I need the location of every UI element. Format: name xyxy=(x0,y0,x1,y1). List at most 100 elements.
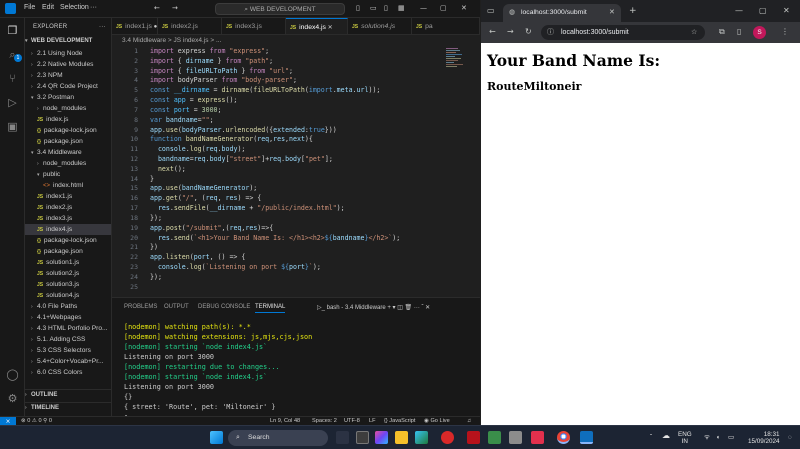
tree-item[interactable]: › 2.2 Native Modules xyxy=(25,59,111,70)
close-tab-icon[interactable]: ✕ xyxy=(326,25,333,31)
toggle-sidebar-icon[interactable]: ▯ xyxy=(356,4,360,12)
timeline-section[interactable]: › TIMELINE xyxy=(25,402,111,413)
minimize-icon[interactable]: — xyxy=(735,6,743,15)
editor-tab[interactable]: JS index4.js ✕ xyxy=(286,18,348,34)
menu-edit[interactable]: Edit xyxy=(42,4,54,11)
tree-item[interactable]: {} package-lock.json xyxy=(25,235,111,246)
explorer-icon[interactable]: ❐ xyxy=(6,24,19,37)
tree-item[interactable]: JS solution4.js xyxy=(25,290,111,301)
forward-arrow-icon[interactable]: → xyxy=(172,4,178,12)
tree-item[interactable]: › 5.3 CSS Selectors xyxy=(25,345,111,356)
file-explorer-icon[interactable] xyxy=(395,431,408,444)
bookmark-star-icon[interactable]: ☆ xyxy=(691,25,697,40)
panel-tab-problems[interactable]: PROBLEMS xyxy=(124,304,157,310)
tree-item[interactable]: › 2.3 NPM xyxy=(25,70,111,81)
tree-item[interactable]: ▾ 3.2 Postman xyxy=(25,92,111,103)
problems-status[interactable]: ⊗ 0 ⚠ 0 ⚲ 0 xyxy=(21,418,52,424)
cursor-position[interactable]: Ln 9, Col 48 xyxy=(270,418,300,424)
workspace-root[interactable]: ▾ WEB DEVELOPMENT xyxy=(25,36,111,47)
widgets-icon[interactable] xyxy=(356,431,369,444)
menu-more-icon[interactable]: ··· xyxy=(90,4,97,11)
notifications-bell-icon[interactable]: ♫ xyxy=(467,418,471,424)
source-control-icon[interactable]: ⑂ xyxy=(6,72,19,85)
maximize-panel-icon[interactable]: ˆ xyxy=(422,305,424,311)
editor-tab[interactable]: JS index3.js xyxy=(222,18,286,34)
split-terminal-icon[interactable]: ◫ xyxy=(397,305,403,311)
tree-item[interactable]: JS index.js xyxy=(25,114,111,125)
tree-item[interactable]: › 4.3 HTML Porfolio Pro... xyxy=(25,323,111,334)
panel-more-icon[interactable]: ··· xyxy=(414,305,420,311)
forward-icon[interactable]: → xyxy=(507,27,514,36)
task-view-icon[interactable] xyxy=(336,431,349,444)
tree-item[interactable]: › node_modules xyxy=(25,158,111,169)
tree-item[interactable]: ▾ 3.4 Middleware xyxy=(25,147,111,158)
notifications-icon[interactable]: ◌ xyxy=(788,434,792,441)
site-info-icon[interactable]: ⓘ xyxy=(547,25,554,40)
tree-item[interactable]: <> index.html xyxy=(25,180,111,191)
tree-item[interactable]: ▾ public xyxy=(25,169,111,180)
encoding[interactable]: UTF-8 xyxy=(344,418,360,424)
tree-item[interactable]: {} package-lock.json xyxy=(25,125,111,136)
language-mode[interactable]: {} JavaScript xyxy=(384,418,415,424)
menu-file[interactable]: File xyxy=(24,4,35,11)
volume-icon[interactable]: ◖ xyxy=(716,434,720,441)
tree-item[interactable]: JS index3.js xyxy=(25,213,111,224)
unsaved-dot-icon[interactable]: ● xyxy=(152,24,158,30)
run-debug-icon[interactable]: ▷ xyxy=(6,96,19,109)
news-app-icon[interactable] xyxy=(467,431,480,444)
add-terminal-icon[interactable]: + ▾ xyxy=(387,305,395,311)
editor-tab[interactable]: JS pa xyxy=(412,18,480,34)
maximize-icon[interactable]: ▢ xyxy=(759,6,767,15)
account-icon[interactable]: ◯ xyxy=(6,368,19,381)
command-center-search[interactable]: ⌕ WEB DEVELOPMENT xyxy=(215,3,345,15)
taskbar-search[interactable]: ⌕ Search xyxy=(228,430,328,446)
close-panel-icon[interactable]: ✕ xyxy=(425,305,430,311)
minimap[interactable] xyxy=(446,48,466,78)
wifi-icon[interactable]: ᯤ xyxy=(704,434,710,441)
tree-item[interactable]: › 2.1 Using Node xyxy=(25,48,111,59)
netflix-app-icon[interactable] xyxy=(441,431,454,444)
terminal-selector[interactable]: ▷_ bash - 3.4 Middleware + ▾ ◫ 🗑 ··· ˆ ✕ xyxy=(317,304,430,311)
outline-section[interactable]: › OUTLINE xyxy=(25,389,111,400)
address-bar[interactable]: ⓘ localhost:3000/submit ☆ xyxy=(541,25,705,40)
cloud-icon[interactable]: ☁ xyxy=(662,432,670,440)
tree-item[interactable]: › node_modules xyxy=(25,103,111,114)
whatsapp-icon[interactable] xyxy=(488,431,501,444)
reload-icon[interactable]: ↻ xyxy=(525,27,532,36)
tree-item[interactable]: JS index4.js xyxy=(25,224,111,235)
tree-item[interactable]: JS solution3.js xyxy=(25,279,111,290)
extensions-icon[interactable]: ▣ xyxy=(6,120,19,133)
tree-item[interactable]: › 6.0 CSS Colors xyxy=(25,367,111,378)
panel-tab-terminal[interactable]: TERMINAL xyxy=(255,304,286,313)
vscode-taskbar-icon[interactable] xyxy=(580,431,593,444)
new-tab-icon[interactable]: + xyxy=(629,6,637,16)
editor-tab[interactable]: JS solution4.js xyxy=(348,18,412,34)
tree-item[interactable]: › 5.1. Adding CSS xyxy=(25,334,111,345)
clock[interactable]: 18:31 15/09/2024 xyxy=(748,431,780,445)
close-icon[interactable]: ✕ xyxy=(461,4,467,12)
tree-item[interactable]: JS solution2.js xyxy=(25,268,111,279)
toggle-panel-icon[interactable]: ▭ xyxy=(370,4,377,12)
tree-item[interactable]: {} package.json xyxy=(25,246,111,257)
panel-tab-debug-console[interactable]: DEBUG CONSOLE xyxy=(198,304,250,310)
minimize-icon[interactable]: — xyxy=(420,4,427,12)
tab-actions-icon[interactable]: ▭ xyxy=(487,6,495,15)
line-ending[interactable]: LF xyxy=(369,418,376,424)
tree-item[interactable]: › 5.4+Color+Vocab+Pr... xyxy=(25,356,111,367)
remote-indicator-icon[interactable]: ⨯ xyxy=(0,417,16,425)
customize-layout-icon[interactable]: ▦ xyxy=(398,4,405,12)
store-app-icon[interactable] xyxy=(509,431,522,444)
chrome-icon[interactable] xyxy=(557,431,570,444)
tree-item[interactable]: {} package.json xyxy=(25,136,111,147)
tree-item[interactable]: JS solution1.js xyxy=(25,257,111,268)
extensions-icon[interactable]: ⧉ xyxy=(719,27,725,37)
browser-tab[interactable]: ◍ localhost:3000/submit ✕ xyxy=(503,4,621,22)
go-live-button[interactable]: ◉ Go Live xyxy=(424,418,450,424)
browser-menu-icon[interactable]: ⋮ xyxy=(781,27,789,36)
tree-item[interactable]: JS index2.js xyxy=(25,202,111,213)
explorer-more-icon[interactable]: ··· xyxy=(99,24,106,30)
tree-item[interactable]: › 2.4 QR Code Project xyxy=(25,81,111,92)
copilot-icon[interactable] xyxy=(375,431,388,444)
edge-browser-icon[interactable] xyxy=(415,431,428,444)
profile-avatar[interactable]: S xyxy=(753,26,766,39)
